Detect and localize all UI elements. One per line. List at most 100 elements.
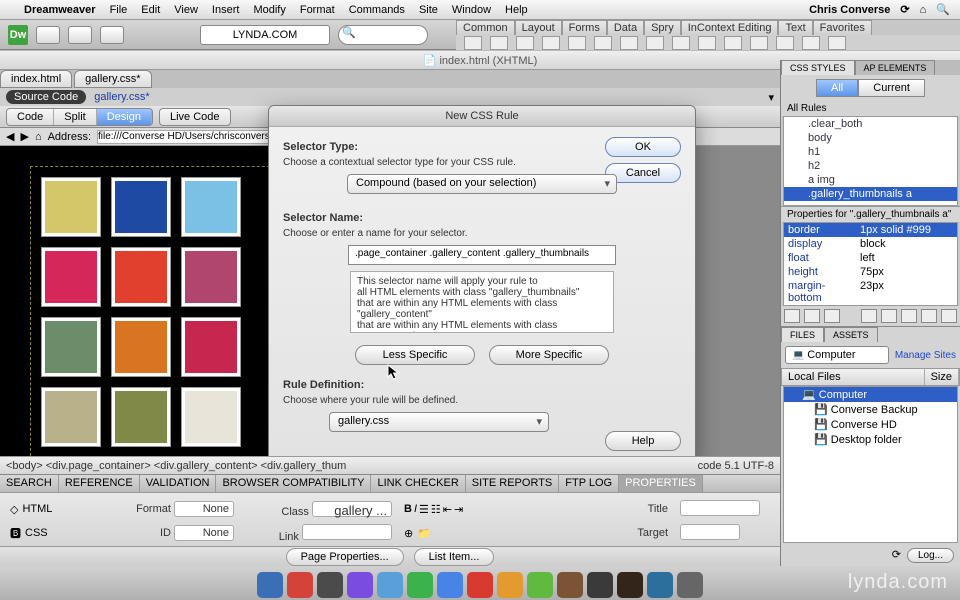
dock-app-icon[interactable] xyxy=(587,572,613,598)
results-tab[interactable]: VALIDATION xyxy=(140,475,217,492)
css-property-row[interactable]: margin-bottom23px xyxy=(784,279,957,305)
italic-button[interactable]: I xyxy=(414,503,417,516)
dock-app-icon[interactable] xyxy=(617,572,643,598)
search-input[interactable]: 🔍 xyxy=(338,25,428,45)
extend-menu-button[interactable] xyxy=(68,26,92,44)
ok-button[interactable]: OK xyxy=(605,137,681,157)
app-menu[interactable]: Dreamweaver xyxy=(24,4,96,16)
thumbnail[interactable] xyxy=(181,247,241,307)
link-input[interactable] xyxy=(302,524,392,540)
insert-tab-incontext[interactable]: InContext Editing xyxy=(681,20,779,35)
id-dropdown[interactable]: None xyxy=(174,525,234,541)
insert-icon[interactable] xyxy=(750,36,768,50)
results-tab[interactable]: FTP LOG xyxy=(559,475,619,492)
dock-app-icon[interactable] xyxy=(347,572,373,598)
show-set-icon[interactable] xyxy=(824,309,840,323)
insert-icon[interactable] xyxy=(724,36,742,50)
ap-elements-tab[interactable]: AP ELEMENTS xyxy=(855,60,936,75)
spotlight-icon[interactable]: 🔍 xyxy=(936,3,950,16)
css-property-row[interactable]: displayblock xyxy=(784,237,957,251)
insert-tab-layout[interactable]: Layout xyxy=(515,20,562,35)
back-icon[interactable]: ◀ xyxy=(6,130,14,143)
thumbnail[interactable] xyxy=(181,177,241,237)
live-code-button[interactable]: Live Code xyxy=(159,108,231,126)
css-all-button[interactable]: All xyxy=(816,79,858,97)
dock-app-icon[interactable] xyxy=(467,572,493,598)
format-dropdown[interactable]: None xyxy=(174,501,234,517)
menu-insert[interactable]: Insert xyxy=(212,4,240,16)
menu-modify[interactable]: Modify xyxy=(253,4,285,16)
css-current-button[interactable]: Current xyxy=(858,79,925,97)
dock-app-icon[interactable] xyxy=(287,572,313,598)
css-rule-item[interactable]: .clear_both xyxy=(784,117,957,131)
css-rule-item[interactable]: body xyxy=(784,131,957,145)
thumbnail[interactable] xyxy=(181,387,241,447)
attach-stylesheet-icon[interactable] xyxy=(861,309,877,323)
menu-help[interactable]: Help xyxy=(505,4,528,16)
insert-icon[interactable] xyxy=(776,36,794,50)
files-tree[interactable]: 💻 Computer💾 Converse Backup💾 Converse HD… xyxy=(783,386,958,543)
css-rule-item[interactable]: h1 xyxy=(784,145,957,159)
css-property-row[interactable]: floatleft xyxy=(784,251,957,265)
insert-tab-data[interactable]: Data xyxy=(607,20,644,35)
dock-app-icon[interactable] xyxy=(677,572,703,598)
dock-app-icon[interactable] xyxy=(647,572,673,598)
col-size[interactable]: Size xyxy=(925,369,959,385)
insert-icon[interactable] xyxy=(646,36,664,50)
css-properties-table[interactable]: border1px solid #999displayblockfloatlef… xyxy=(783,222,958,306)
insert-icon[interactable] xyxy=(620,36,638,50)
thumbnail[interactable] xyxy=(111,387,171,447)
log-button[interactable]: Log... xyxy=(907,548,954,563)
design-view[interactable] xyxy=(0,146,275,456)
tag-trail[interactable]: <body> <div.page_container> <div.gallery… xyxy=(6,460,698,472)
css-rule-item[interactable]: .gallery_thumbnails a xyxy=(784,187,957,201)
less-specific-button[interactable]: Less Specific xyxy=(355,345,475,365)
dock-app-icon[interactable] xyxy=(497,572,523,598)
rule-definition-dropdown[interactable]: gallery.css xyxy=(329,412,549,432)
insert-icon[interactable] xyxy=(464,36,482,50)
view-design-button[interactable]: Design xyxy=(97,109,152,125)
insert-icon[interactable] xyxy=(802,36,820,50)
insert-icon[interactable] xyxy=(542,36,560,50)
more-specific-button[interactable]: More Specific xyxy=(489,345,609,365)
related-file-link[interactable]: gallery.css* xyxy=(94,91,149,103)
workspace-switcher[interactable]: LYNDA.COM xyxy=(200,25,330,45)
disable-icon[interactable] xyxy=(921,309,937,323)
tree-item[interactable]: 💻 Computer xyxy=(784,387,957,402)
view-code-button[interactable]: Code xyxy=(7,109,54,125)
outdent-icon[interactable]: ⇤ xyxy=(443,503,452,516)
indent-icon[interactable]: ⇥ xyxy=(454,503,463,516)
target-dropdown[interactable] xyxy=(680,524,740,540)
tree-item[interactable]: 💾 Converse Backup xyxy=(784,402,957,417)
thumbnail[interactable] xyxy=(41,177,101,237)
css-rule-item[interactable]: a img xyxy=(784,173,957,187)
css-property-row[interactable]: border1px solid #999 xyxy=(784,223,957,237)
css-property-row[interactable]: height75px xyxy=(784,265,957,279)
show-category-icon[interactable] xyxy=(784,309,800,323)
page-properties-button[interactable]: Page Properties... xyxy=(286,548,404,566)
css-rule-item[interactable]: h2 xyxy=(784,159,957,173)
view-split-button[interactable]: Split xyxy=(54,109,96,125)
dock-app-icon[interactable] xyxy=(557,572,583,598)
point-to-file-icon[interactable]: ⊕ xyxy=(404,527,413,540)
selector-name-input[interactable]: .page_container .gallery_content .galler… xyxy=(348,245,616,265)
list-item-button[interactable]: List Item... xyxy=(414,548,495,566)
file-tab-gallery-css[interactable]: gallery.css* xyxy=(74,70,151,88)
edit-rule-icon[interactable] xyxy=(901,309,917,323)
insert-tab-text[interactable]: Text xyxy=(778,20,812,35)
menu-edit[interactable]: Edit xyxy=(141,4,160,16)
site-menu-button[interactable] xyxy=(100,26,124,44)
insert-icon[interactable] xyxy=(594,36,612,50)
wifi-icon[interactable]: ⌂ xyxy=(920,4,927,16)
layout-menu-button[interactable] xyxy=(36,26,60,44)
menu-file[interactable]: File xyxy=(110,4,128,16)
new-rule-icon[interactable] xyxy=(881,309,897,323)
thumbnail[interactable] xyxy=(41,387,101,447)
dock-app-icon[interactable] xyxy=(377,572,403,598)
selector-type-dropdown[interactable]: Compound (based on your selection) xyxy=(347,174,617,194)
css-rules-list[interactable]: .clear_bothbodyh1h2a img.gallery_thumbna… xyxy=(783,116,958,206)
results-tab[interactable]: REFERENCE xyxy=(59,475,140,492)
help-button[interactable]: Help xyxy=(605,431,681,451)
insert-icon[interactable] xyxy=(516,36,534,50)
insert-tab-favorites[interactable]: Favorites xyxy=(813,20,872,35)
